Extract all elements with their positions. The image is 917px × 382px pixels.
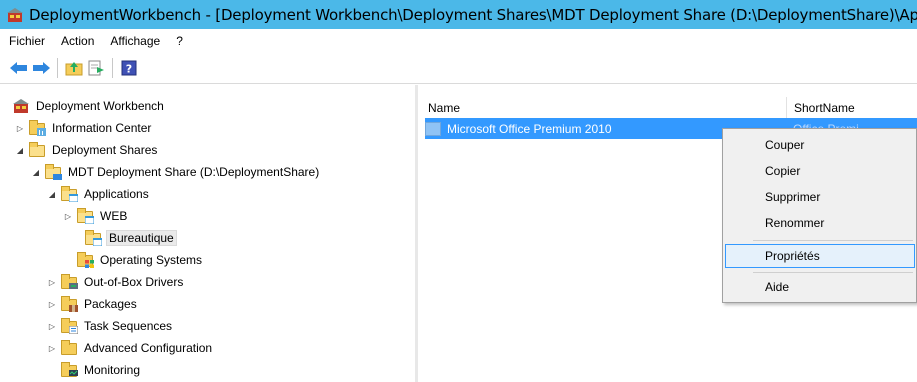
drivers-folder-icon: [60, 274, 78, 290]
app-icon[interactable]: [7, 7, 23, 23]
tree-node-monitoring[interactable]: Monitoring: [46, 359, 142, 381]
tree-node-web[interactable]: ▷ WEB: [62, 205, 129, 227]
expand-arrow-icon[interactable]: ▷: [46, 298, 58, 310]
menu-item-copier[interactable]: Copier: [725, 159, 915, 183]
menu-bar: Fichier Action Affichage ?: [0, 29, 917, 52]
folder-icon: [60, 340, 78, 356]
export-list-icon[interactable]: [85, 57, 107, 79]
tree-node-label: Packages: [84, 297, 137, 311]
toolbar-separator: [112, 57, 113, 78]
window-title: DeploymentWorkbench - [Deployment Workbe…: [29, 5, 917, 24]
menu-item-supprimer[interactable]: Supprimer: [725, 185, 915, 209]
tree-node-applications[interactable]: ◢ Applications: [46, 183, 151, 205]
tree-node-packages[interactable]: ▷ Packages: [46, 293, 139, 315]
expand-arrow-icon[interactable]: ▷: [46, 342, 58, 354]
list-item-name: Microsoft Office Premium 2010: [447, 121, 612, 136]
expand-arrow-icon[interactable]: ▷: [46, 320, 58, 332]
tree-node-information-center[interactable]: ▷ Information Center: [14, 117, 153, 139]
tree-node-task-sequences[interactable]: ▷ Task Sequences: [46, 315, 174, 337]
tree-node-label: Bureautique: [106, 230, 177, 246]
tree-node-label: MDT Deployment Share (D:\DeploymentShare…: [68, 165, 320, 179]
help-icon[interactable]: ?: [118, 57, 140, 79]
menu-separator: [753, 272, 913, 273]
expand-arrow-icon[interactable]: ▷: [14, 122, 26, 134]
menu-item-renommer[interactable]: Renommer: [725, 211, 915, 235]
tree-node-label: Operating Systems: [100, 253, 203, 267]
tree-node-label: Applications: [84, 187, 149, 201]
collapse-arrow-icon[interactable]: ◢: [46, 188, 58, 200]
list-header: Name ShortName: [421, 97, 917, 119]
packages-folder-icon: [60, 296, 78, 312]
menu-separator: [753, 240, 913, 241]
menu-item-aide[interactable]: Aide: [725, 275, 915, 299]
applications-folder-icon: [60, 186, 78, 202]
toolbar: ?: [0, 52, 917, 84]
menu-fichier[interactable]: Fichier: [0, 34, 53, 48]
tree-node-label: Task Sequences: [84, 319, 173, 333]
application-icon: [425, 121, 441, 136]
collapse-arrow-icon[interactable]: ◢: [30, 166, 42, 178]
up-folder-icon[interactable]: [63, 57, 85, 79]
title-bar: DeploymentWorkbench - [Deployment Workbe…: [0, 0, 917, 29]
forward-icon[interactable]: [30, 57, 52, 79]
menu-item-proprietes[interactable]: Propriétés: [725, 244, 915, 268]
folder-icon: [84, 230, 102, 246]
folder-icon: [76, 208, 94, 224]
toolbar-separator: [57, 57, 58, 78]
svg-text:?: ?: [126, 62, 132, 75]
tree-node-bureautique[interactable]: Bureautique: [84, 227, 177, 249]
info-center-icon: [28, 120, 46, 136]
tree-node-deployment-workbench[interactable]: Deployment Workbench: [12, 95, 166, 117]
tree-node-label: Advanced Configuration: [84, 341, 213, 355]
expand-arrow-icon[interactable]: ▷: [46, 276, 58, 288]
tree-node-out-of-box-drivers[interactable]: ▷ Out-of-Box Drivers: [46, 271, 185, 293]
task-sequences-icon: [60, 318, 78, 334]
column-header-shortname[interactable]: ShortName: [787, 97, 917, 119]
folder-icon: [28, 142, 46, 158]
tree-node-label: Monitoring: [84, 363, 141, 377]
share-folder-icon: [44, 164, 62, 180]
menu-item-couper[interactable]: Couper: [725, 133, 915, 157]
column-header-name[interactable]: Name: [421, 97, 787, 119]
tree-node-label: Information Center: [52, 121, 152, 135]
workbench-icon: [12, 98, 30, 114]
monitoring-folder-icon: [60, 362, 78, 378]
back-icon[interactable]: [8, 57, 30, 79]
os-folder-icon: [76, 252, 94, 268]
tree-node-label: WEB: [100, 209, 128, 223]
menu-action[interactable]: Action: [53, 34, 102, 48]
menu-help[interactable]: ?: [168, 34, 191, 48]
expand-arrow-icon[interactable]: ▷: [62, 210, 74, 222]
tree-pane[interactable]: Deployment Workbench ▷ Information Cente…: [0, 85, 418, 382]
tree-node-mdt-deployment-share[interactable]: ◢ MDT Deployment Share (D:\DeploymentSha…: [30, 161, 321, 183]
tree-node-operating-systems[interactable]: Operating Systems: [62, 249, 204, 271]
tree-node-advanced-configuration[interactable]: ▷ Advanced Configuration: [46, 337, 214, 359]
context-menu: Couper Copier Supprimer Renommer Proprié…: [722, 128, 917, 303]
tree-node-deployment-shares[interactable]: ◢ Deployment Shares: [14, 139, 159, 161]
tree-node-label: Deployment Workbench: [36, 99, 164, 113]
collapse-arrow-icon[interactable]: ◢: [14, 144, 26, 156]
tree-node-label: Out-of-Box Drivers: [84, 275, 184, 289]
menu-affichage[interactable]: Affichage: [102, 34, 168, 48]
tree-node-label: Deployment Shares: [52, 143, 158, 157]
